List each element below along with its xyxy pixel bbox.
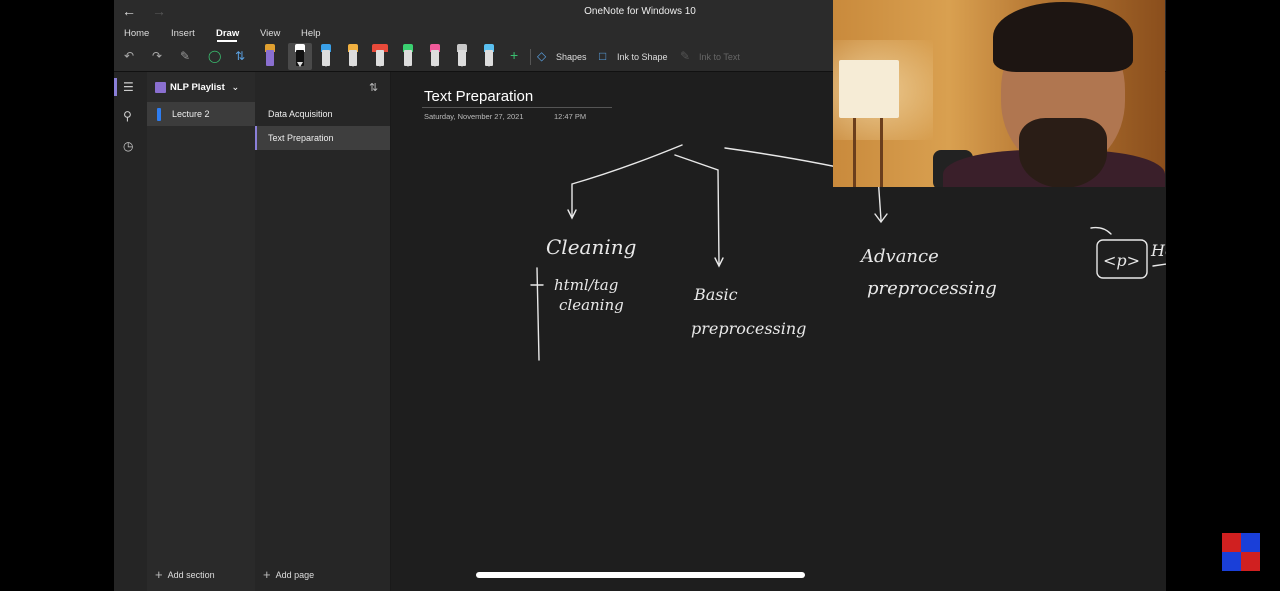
ink-p-open: <p> <box>1103 251 1140 270</box>
selected-page-indicator <box>255 126 257 150</box>
channel-logo <box>1222 533 1260 571</box>
menu-view[interactable]: View <box>260 28 280 39</box>
ink-to-shape-icon[interactable]: □ <box>599 49 606 63</box>
pen-orange[interactable] <box>346 44 360 68</box>
chevron-down-icon: ⌄ <box>231 82 240 93</box>
lamp-stand <box>853 118 883 187</box>
presenter-beard <box>1019 118 1107 187</box>
undo-icon[interactable]: ↶ <box>124 49 134 63</box>
shapes-icon[interactable]: ◇ <box>537 49 546 63</box>
redo-icon[interactable]: ↷ <box>152 49 162 63</box>
highlighter-yellow-pen[interactable] <box>263 44 277 68</box>
menu-insert[interactable]: Insert <box>171 28 195 39</box>
pen-white[interactable] <box>293 44 307 68</box>
add-section-button[interactable]: + Add section <box>155 567 215 582</box>
webcam-video-overlay <box>833 0 1165 187</box>
ink-preprocessing-2: preprocessing <box>867 278 997 299</box>
presenter-hair <box>993 2 1133 72</box>
ink-cleaning-2: cleaning <box>559 296 624 314</box>
sort-icon[interactable]: ⇅ <box>369 81 378 94</box>
shapes-button[interactable]: Shapes <box>556 52 587 62</box>
home-indicator[interactable] <box>476 572 805 578</box>
add-pen-icon[interactable]: + <box>510 47 518 63</box>
pen-blue[interactable] <box>319 44 333 68</box>
section-label: Lecture 2 <box>172 109 210 119</box>
rail-active-indicator <box>114 78 117 96</box>
hello-underline <box>1152 263 1166 267</box>
add-space-icon[interactable]: ⇅ <box>235 49 245 63</box>
menu-help[interactable]: Help <box>301 28 321 39</box>
notebook-selector[interactable]: NLP Playlist ⌄ <box>155 82 239 93</box>
notebook-name: NLP Playlist <box>170 82 225 93</box>
page-label: Text Preparation <box>268 133 334 143</box>
ink-basic: Basic <box>693 285 738 304</box>
add-page-button[interactable]: + Add page <box>263 567 314 582</box>
ink-cleaning: Cleaning <box>546 235 636 259</box>
ink-to-text-icon: ✎ <box>680 49 691 63</box>
pen-red[interactable] <box>372 44 388 68</box>
ink-to-shape-button[interactable]: Ink to Shape <box>617 52 668 62</box>
toolbar-divider <box>530 49 531 65</box>
plus-icon: + <box>263 567 271 582</box>
arrow-to-basic <box>674 154 720 265</box>
sections-pane: NLP Playlist ⌄ Lecture 2 + Add section <box>147 72 255 591</box>
lamp-shade <box>839 60 899 118</box>
ink-advance: Advance <box>859 246 939 267</box>
arrow-to-cleaning <box>571 144 683 217</box>
lasso-select-icon[interactable]: ◯ <box>208 49 221 63</box>
cleaning-list-line <box>536 267 540 361</box>
ink-to-text-button: Ink to Text <box>699 52 740 62</box>
search-icon[interactable]: ⚲ <box>123 109 132 123</box>
page-item-data-acquisition[interactable]: Data Acquisition <box>255 102 390 126</box>
menu-home[interactable]: Home <box>124 28 149 39</box>
ink-hello: Hello <box>1150 241 1166 260</box>
page-label: Data Acquisition <box>268 109 333 119</box>
nav-rail: ☰ ⚲ ◷ <box>114 72 147 591</box>
pen-green[interactable] <box>401 44 415 68</box>
ink-preprocessing: preprocessing <box>691 319 806 338</box>
section-item-lecture-2[interactable]: Lecture 2 <box>147 102 255 126</box>
pen-cyan[interactable] <box>482 44 496 68</box>
add-page-label: Add page <box>275 570 315 580</box>
section-color-tab <box>157 108 161 121</box>
add-section-label: Add section <box>167 570 215 580</box>
pages-pane: Data Acquisition Text Preparation + Add p… <box>255 72 391 591</box>
pen-pink[interactable] <box>428 44 442 68</box>
hello-arrow <box>1090 226 1112 235</box>
notebooks-icon[interactable]: ☰ <box>123 80 134 94</box>
plus-icon: + <box>155 567 163 582</box>
menu-draw[interactable]: Draw <box>216 28 239 39</box>
recent-clock-icon[interactable]: ◷ <box>123 139 133 153</box>
page-item-text-preparation[interactable]: Text Preparation <box>255 126 390 150</box>
lasso-text-icon[interactable]: ✎ <box>180 49 190 63</box>
ink-html-tag: html/tag <box>554 276 618 294</box>
pen-gray[interactable] <box>455 44 469 68</box>
